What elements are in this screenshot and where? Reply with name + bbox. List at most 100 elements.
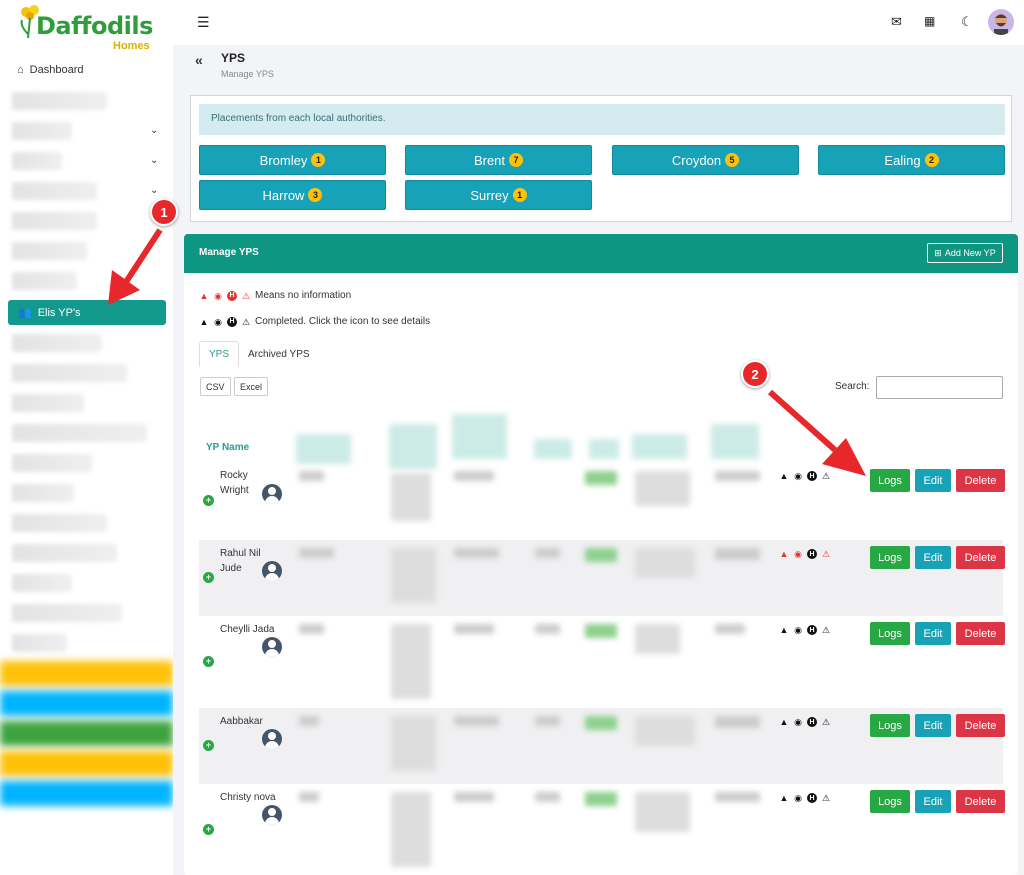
hospital-icon[interactable]: H — [807, 793, 817, 803]
hospital-icon[interactable]: H — [807, 717, 817, 727]
sidebar-item[interactable] — [12, 242, 87, 260]
tab-archived-yps[interactable]: Archived YPS — [239, 341, 319, 367]
eye-icon[interactable]: ◉ — [793, 625, 803, 635]
eye-icon[interactable]: ◉ — [793, 471, 803, 481]
eye-icon[interactable]: ◉ — [793, 793, 803, 803]
sidebar-item[interactable] — [12, 394, 84, 412]
expand-plus-icon[interactable]: + — [203, 495, 214, 506]
delete-button[interactable]: Delete — [956, 622, 1005, 645]
sidebar-item[interactable] — [12, 424, 147, 442]
authority-button-surrey[interactable]: Surrey 1 — [405, 180, 592, 210]
sidebar-highlight-item[interactable] — [0, 781, 173, 806]
tooth-icon[interactable]: ▲ — [779, 471, 789, 481]
column-header-yp-name[interactable]: YP Name — [206, 442, 249, 453]
excel-export-button[interactable]: Excel — [234, 377, 269, 396]
logs-button[interactable]: Logs — [870, 714, 910, 737]
eye-icon[interactable]: ◉ — [793, 717, 803, 727]
column-header[interactable] — [296, 434, 351, 464]
yp-avatar[interactable] — [262, 561, 282, 581]
edit-button[interactable]: Edit — [915, 546, 951, 569]
sidebar-highlight-item[interactable] — [0, 721, 173, 746]
authority-button-harrow[interactable]: Harrow 3 — [199, 180, 386, 210]
sidebar-item[interactable] — [12, 544, 117, 562]
tab-yps[interactable]: YPS — [199, 341, 240, 367]
logs-button[interactable]: Logs — [870, 790, 910, 813]
hospital-icon[interactable]: H — [807, 549, 817, 559]
sidebar-item[interactable] — [12, 182, 97, 200]
delete-button[interactable]: Delete — [956, 714, 1005, 737]
user-avatar[interactable] — [988, 9, 1014, 35]
eye-icon[interactable]: ◉ — [793, 549, 803, 559]
authority-button-croydon[interactable]: Croydon 5 — [612, 145, 799, 175]
tooth-icon[interactable]: ▲ — [779, 625, 789, 635]
expand-plus-icon[interactable]: + — [203, 572, 214, 583]
column-header[interactable] — [589, 439, 619, 459]
hospital-icon[interactable]: H — [807, 625, 817, 635]
authority-button-bromley[interactable]: Bromley 1 — [199, 145, 386, 175]
delete-button[interactable]: Delete — [956, 469, 1005, 492]
column-header[interactable] — [452, 414, 507, 459]
sidebar-item[interactable] — [12, 364, 127, 382]
edit-button[interactable]: Edit — [915, 469, 951, 492]
sidebar-highlight-item[interactable] — [0, 751, 173, 776]
authority-button-ealing[interactable]: Ealing 2 — [818, 145, 1005, 175]
sidebar-item[interactable] — [12, 604, 122, 622]
tooth-icon[interactable]: ▲ — [779, 549, 789, 559]
sidebar-item[interactable] — [12, 574, 72, 592]
yp-avatar[interactable] — [262, 805, 282, 825]
add-new-yp-button[interactable]: ⊞ Add New YP — [927, 243, 1003, 263]
tooth-icon[interactable]: ▲ — [779, 793, 789, 803]
brand-logo[interactable]: Daffodils Homes — [16, 2, 166, 52]
authority-button-brent[interactable]: Brent 7 — [405, 145, 592, 175]
yp-name[interactable]: Christy nova — [220, 790, 290, 805]
yp-name[interactable]: Cheylli Jada — [220, 622, 285, 637]
delete-button[interactable]: Delete — [956, 790, 1005, 813]
edit-button[interactable]: Edit — [915, 714, 951, 737]
yp-name[interactable]: Aabbakar — [220, 714, 270, 729]
edit-button[interactable]: Edit — [915, 622, 951, 645]
sidebar-item[interactable] — [12, 152, 62, 170]
hospital-icon[interactable]: H — [807, 471, 817, 481]
sidebar-item[interactable] — [12, 334, 102, 352]
logs-button[interactable]: Logs — [870, 622, 910, 645]
yp-avatar[interactable] — [262, 637, 282, 657]
sidebar-item[interactable] — [12, 514, 107, 532]
delete-button[interactable]: Delete — [956, 546, 1005, 569]
edit-button[interactable]: Edit — [915, 790, 951, 813]
sidebar-item[interactable] — [12, 122, 72, 140]
sidebar-item-dashboard[interactable]: ⌂ Dashboard — [17, 64, 83, 76]
column-header[interactable] — [711, 424, 759, 459]
yp-avatar[interactable] — [262, 729, 282, 749]
mail-notification-icon[interactable]: ✉ — [891, 14, 902, 30]
sidebar-item[interactable] — [12, 212, 97, 230]
warning-icon[interactable]: ⚠ — [821, 625, 831, 635]
warning-icon[interactable]: ⚠ — [821, 549, 831, 559]
dark-mode-moon-icon[interactable]: ☾ — [961, 14, 973, 30]
sidebar-highlight-item[interactable] — [0, 661, 173, 686]
sidebar-item[interactable] — [12, 92, 107, 110]
expand-plus-icon[interactable]: + — [203, 824, 214, 835]
yp-avatar[interactable] — [262, 484, 282, 504]
menu-toggle-icon[interactable]: ☰ — [197, 14, 210, 31]
column-header[interactable] — [632, 434, 687, 459]
tooth-icon[interactable]: ▲ — [779, 717, 789, 727]
csv-export-button[interactable]: CSV — [200, 377, 231, 396]
sidebar-item[interactable] — [12, 272, 77, 290]
search-input[interactable] — [876, 376, 1003, 399]
sidebar-item[interactable] — [12, 484, 74, 502]
warning-icon[interactable]: ⚠ — [821, 471, 831, 481]
warning-icon[interactable]: ⚠ — [821, 793, 831, 803]
apps-grid-icon[interactable]: ▦ — [924, 14, 935, 28]
sidebar-item[interactable] — [12, 454, 92, 472]
warning-icon[interactable]: ⚠ — [821, 717, 831, 727]
expand-plus-icon[interactable]: + — [203, 656, 214, 667]
logs-button[interactable]: Logs — [870, 546, 910, 569]
sidebar-item[interactable] — [12, 634, 67, 652]
sidebar-item-elis-yps[interactable]: 👥 Elis YP's — [8, 300, 166, 325]
logs-button[interactable]: Logs — [870, 469, 910, 492]
sidebar-highlight-item[interactable] — [0, 691, 173, 716]
column-header[interactable] — [534, 439, 572, 459]
expand-plus-icon[interactable]: + — [203, 740, 214, 751]
table-row: Christy nova + ▲ ◉ H ⚠ Logs Edit Delete — [199, 784, 1005, 875]
back-double-chevron-icon[interactable]: « — [195, 52, 203, 68]
